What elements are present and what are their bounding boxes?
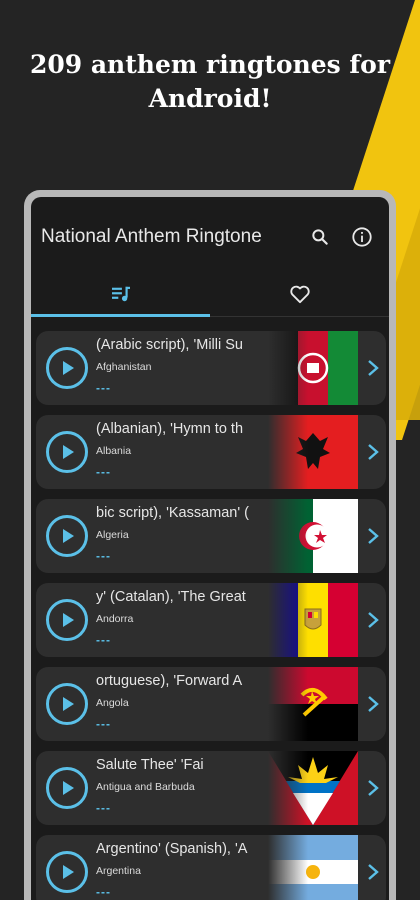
- item-text: ortuguese), 'Forward A Angola ---: [96, 667, 260, 741]
- play-icon: [63, 613, 74, 627]
- flag-argentina: [268, 835, 358, 900]
- flag-andorra: [268, 583, 358, 657]
- anthem-name: Salute Thee' 'Fai: [96, 757, 204, 773]
- chevron-right-icon[interactable]: [366, 610, 380, 630]
- chevron-right-icon[interactable]: [366, 526, 380, 546]
- list-item[interactable]: ortuguese), 'Forward A Angola ---: [36, 667, 386, 741]
- play-icon: [63, 529, 74, 543]
- list-item[interactable]: Argentino' (Spanish), 'A Argentina ---: [36, 835, 386, 900]
- heart-icon: [289, 284, 311, 309]
- flag-afghanistan: [268, 331, 358, 405]
- flag-fade: [268, 835, 308, 900]
- chevron-right-icon[interactable]: [366, 358, 380, 378]
- tab-bar: [31, 277, 389, 317]
- app-bar: National Anthem Ringtone: [31, 197, 389, 277]
- flag-fade: [268, 667, 308, 741]
- anthem-name: Argentino' (Spanish), 'A: [96, 841, 248, 857]
- app-title: National Anthem Ringtone: [41, 226, 262, 247]
- play-icon: [63, 445, 74, 459]
- more-indicator[interactable]: ---: [96, 885, 111, 899]
- app-screen: National Anthem Ringtone (Arabic script)…: [31, 197, 389, 900]
- play-icon: [63, 865, 74, 879]
- chevron-right-icon[interactable]: [366, 862, 380, 882]
- anthem-name: ortuguese), 'Forward A: [96, 673, 243, 689]
- flag-algeria: [268, 499, 358, 573]
- flag-albania: [268, 415, 358, 489]
- item-text: bic script), 'Kassaman' ( Algeria ---: [96, 499, 260, 573]
- item-text: Argentino' (Spanish), 'A Argentina ---: [96, 835, 260, 900]
- more-indicator[interactable]: ---: [96, 549, 111, 563]
- tab-indicator: [31, 314, 210, 317]
- info-icon[interactable]: [345, 220, 379, 254]
- country-name: Albania: [96, 445, 132, 457]
- play-icon: [63, 697, 74, 711]
- play-icon: [63, 781, 74, 795]
- flag-fade: [268, 583, 308, 657]
- phone-frame: National Anthem Ringtone (Arabic script)…: [24, 190, 396, 900]
- item-text: y' (Catalan), 'The Great Andorra ---: [96, 583, 260, 657]
- flag-antigua-and-barbuda: [268, 751, 358, 825]
- play-button[interactable]: [46, 851, 88, 893]
- flag-fade: [268, 751, 308, 825]
- more-indicator[interactable]: ---: [96, 801, 111, 815]
- music-list-icon: [110, 285, 132, 308]
- more-indicator[interactable]: ---: [96, 465, 111, 479]
- list-item[interactable]: (Albanian), 'Hymn to th Albania ---: [36, 415, 386, 489]
- anthem-name: (Arabic script), 'Milli Su: [96, 337, 243, 353]
- anthem-name: (Albanian), 'Hymn to th: [96, 421, 244, 437]
- promo-headline: 209 anthem ringtones for Android!: [0, 48, 420, 116]
- list-item[interactable]: Salute Thee' 'Fai Antigua and Barbuda --…: [36, 751, 386, 825]
- list-item[interactable]: y' (Catalan), 'The Great Andorra ---: [36, 583, 386, 657]
- item-text: (Arabic script), 'Milli Su Afghanistan -…: [96, 331, 260, 405]
- promo-line-2: Android!: [148, 84, 272, 113]
- list-item[interactable]: bic script), 'Kassaman' ( Algeria ---: [36, 499, 386, 573]
- more-indicator[interactable]: ---: [96, 381, 111, 395]
- anthem-name: y' (Catalan), 'The Great: [96, 589, 246, 605]
- play-button[interactable]: [46, 599, 88, 641]
- chevron-right-icon[interactable]: [366, 778, 380, 798]
- play-button[interactable]: [46, 431, 88, 473]
- promo-line-1: 209 anthem ringtones for: [29, 50, 391, 79]
- flag-angola: [268, 667, 358, 741]
- tab-all-anthems[interactable]: [31, 277, 210, 316]
- flag-fade: [268, 415, 308, 489]
- play-button[interactable]: [46, 515, 88, 557]
- chevron-right-icon[interactable]: [366, 694, 380, 714]
- country-name: Algeria: [96, 529, 129, 541]
- country-name: Argentina: [96, 865, 141, 877]
- item-text: (Albanian), 'Hymn to th Albania ---: [96, 415, 260, 489]
- tab-favorites[interactable]: [210, 277, 389, 316]
- play-button[interactable]: [46, 767, 88, 809]
- play-icon: [63, 361, 74, 375]
- country-name: Afghanistan: [96, 361, 152, 373]
- play-button[interactable]: [46, 347, 88, 389]
- more-indicator[interactable]: ---: [96, 717, 111, 731]
- chevron-right-icon[interactable]: [366, 442, 380, 462]
- anthem-list[interactable]: (Arabic script), 'Milli Su Afghanistan -…: [31, 317, 389, 900]
- item-text: Salute Thee' 'Fai Antigua and Barbuda --…: [96, 751, 260, 825]
- country-name: Andorra: [96, 613, 134, 625]
- country-name: Angola: [96, 697, 129, 709]
- more-indicator[interactable]: ---: [96, 633, 111, 647]
- list-item[interactable]: (Arabic script), 'Milli Su Afghanistan -…: [36, 331, 386, 405]
- country-name: Antigua and Barbuda: [96, 781, 195, 793]
- search-icon[interactable]: [303, 220, 337, 254]
- flag-fade: [268, 331, 308, 405]
- play-button[interactable]: [46, 683, 88, 725]
- anthem-name: bic script), 'Kassaman' (: [96, 505, 249, 521]
- flag-fade: [268, 499, 308, 573]
